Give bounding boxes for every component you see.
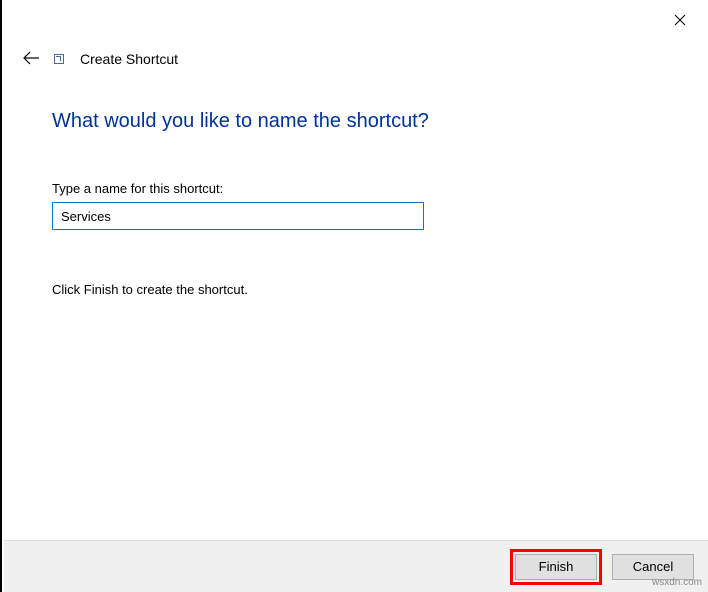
finish-highlight: Finish	[510, 549, 602, 585]
close-icon[interactable]	[670, 10, 690, 30]
wizard-header: Create Shortcut	[22, 50, 178, 68]
cancel-button[interactable]: Cancel	[612, 554, 694, 580]
wizard-footer: Finish Cancel	[4, 540, 708, 592]
finish-button[interactable]: Finish	[515, 554, 597, 580]
shortcut-icon	[54, 54, 64, 64]
back-arrow-icon[interactable]	[22, 50, 40, 68]
finish-instruction: Click Finish to create the shortcut.	[52, 282, 668, 297]
wizard-content: What would you like to name the shortcut…	[52, 110, 668, 297]
shortcut-name-input[interactable]	[52, 202, 424, 230]
create-shortcut-wizard: Create Shortcut What would you like to n…	[0, 0, 708, 592]
name-field-label: Type a name for this shortcut:	[52, 181, 668, 196]
page-heading: What would you like to name the shortcut…	[52, 110, 668, 133]
watermark-text: wsxdn.com	[652, 577, 702, 588]
wizard-title: Create Shortcut	[80, 51, 178, 67]
